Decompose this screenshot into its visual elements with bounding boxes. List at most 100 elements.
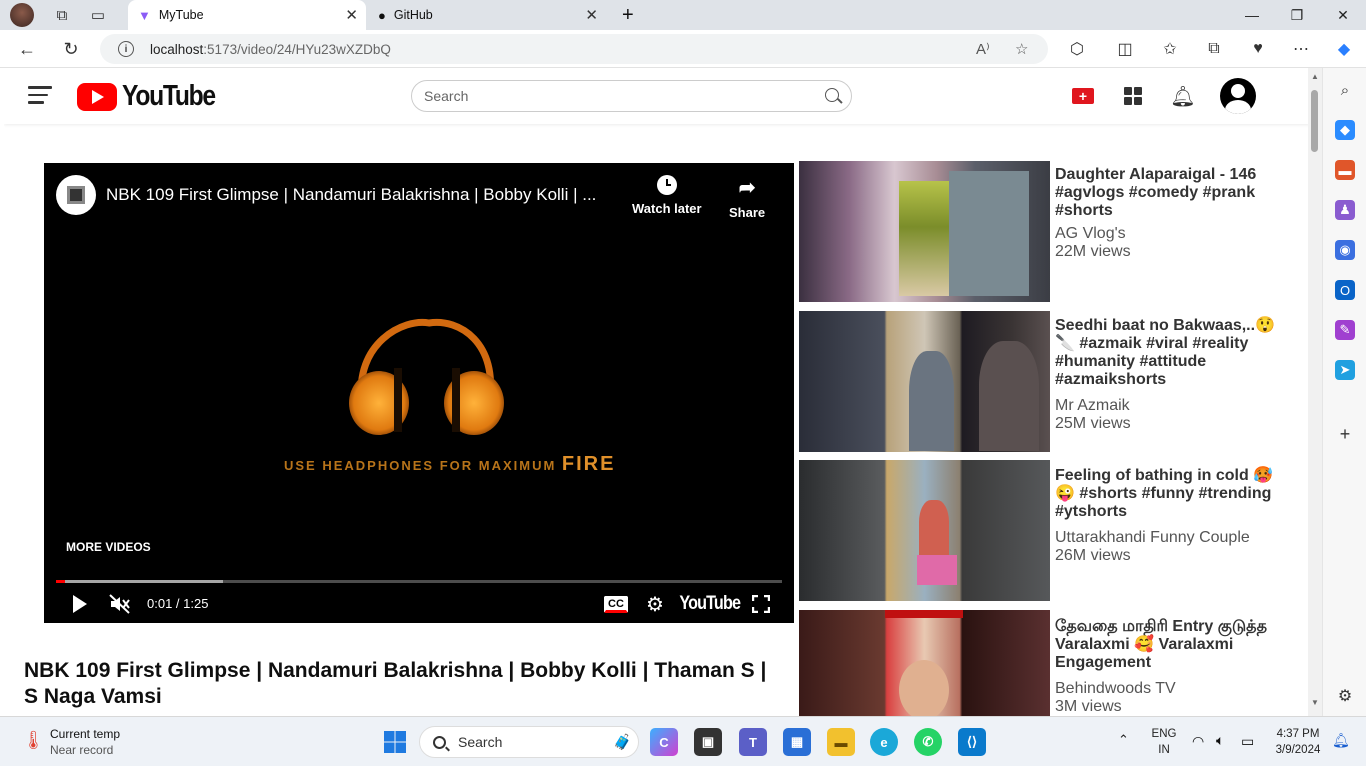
show-hidden-icons[interactable]: ⌃ <box>1118 732 1129 748</box>
menu-icon[interactable] <box>28 86 52 106</box>
thumbnail[interactable] <box>799 311 1050 452</box>
progress-bar[interactable] <box>56 580 782 583</box>
recommendation-item[interactable]: Seedhi baat no Bakwaas,..😲 🔪 #azmaik #vi… <box>799 311 1289 453</box>
thumbnail[interactable] <box>799 161 1050 302</box>
copilot-icon[interactable]: ◆ <box>1331 37 1357 61</box>
back-icon[interactable]: ← <box>14 37 40 61</box>
tab-actions-icon[interactable]: ▭ <box>84 1 112 29</box>
settings-gear-icon[interactable]: ⚙ <box>644 593 666 616</box>
sidebar-outlook-icon[interactable]: O <box>1335 280 1355 300</box>
mute-button[interactable] <box>108 593 132 615</box>
more-options-icon[interactable]: ⋯ <box>1288 37 1314 61</box>
store-icon[interactable]: ▦ <box>783 728 811 756</box>
sidebar-shopping-icon[interactable]: ◆ <box>1335 120 1355 140</box>
volume-icon[interactable]: 🔈︎ <box>1216 732 1224 749</box>
site-info-icon[interactable]: i <box>118 41 134 57</box>
maximize-button[interactable]: ❐ <box>1274 0 1320 30</box>
workspaces-icon[interactable]: ⧉ <box>48 1 76 29</box>
clock[interactable]: 4:37 PM 3/9/2024 <box>1268 726 1328 758</box>
rec-channel[interactable]: Mr Azmaik <box>1055 397 1130 415</box>
sidebar-send-icon[interactable]: ➤ <box>1335 360 1355 380</box>
video-player[interactable]: NBK 109 First Glimpse | Nandamuri Balakr… <box>44 163 794 623</box>
close-window-button[interactable]: ✕ <box>1320 0 1366 30</box>
create-video-icon[interactable]: + <box>1070 84 1096 108</box>
language-indicator[interactable]: ENG IN <box>1148 726 1180 758</box>
sidebar-office-icon[interactable]: ◉ <box>1335 240 1355 260</box>
task-view-icon[interactable]: ▣ <box>694 728 722 756</box>
search-icon[interactable] <box>825 88 839 102</box>
yt-play-logo-icon <box>77 82 117 111</box>
search-input[interactable]: Search <box>411 80 852 112</box>
sidebar-settings-icon[interactable]: ⚙ <box>1335 686 1355 706</box>
split-screen-icon[interactable]: ◫ <box>1112 37 1138 61</box>
thumbnail[interactable] <box>799 610 1050 716</box>
notifications-bell-icon[interactable]: 🔔︎ <box>1170 84 1196 108</box>
rec-title[interactable]: Daughter Alaparaigal - 146 #agvlogs #com… <box>1055 166 1283 220</box>
rec-title[interactable]: Feeling of bathing in cold 🥵 😜 #shorts #… <box>1055 467 1283 521</box>
rec-views: 22M views <box>1055 243 1131 260</box>
tab-github-label: GitHub <box>393 8 433 22</box>
weather-title: Current temp <box>50 727 121 741</box>
sidebar-search-icon[interactable]: ⌕ <box>1335 80 1355 100</box>
recommendation-item[interactable]: Daughter Alaparaigal - 146 #agvlogs #com… <box>799 161 1289 303</box>
taskbar-search-input[interactable]: Search 🧳 <box>419 726 639 758</box>
rec-channel[interactable]: Behindwoods TV <box>1055 680 1176 698</box>
notification-bell-icon[interactable]: 🔔︎ <box>1332 732 1350 749</box>
scroll-down-icon[interactable]: ▼ <box>1311 698 1319 707</box>
scrollbar-thumb[interactable] <box>1311 90 1318 152</box>
favorites-icon[interactable]: ✩ <box>1157 37 1183 61</box>
rec-channel[interactable]: Uttarakhandi Funny Couple <box>1055 529 1250 547</box>
vscode-icon[interactable]: ⟨⟩ <box>958 728 986 756</box>
read-aloud-icon[interactable]: A⁾ <box>976 40 990 58</box>
fullscreen-icon[interactable] <box>750 593 772 615</box>
more-videos-label[interactable]: MORE VIDEOS <box>66 540 151 554</box>
profile-avatar[interactable] <box>10 3 34 27</box>
start-windows-icon[interactable] <box>381 728 409 756</box>
extensions-icon[interactable]: ⬡ <box>1064 37 1090 61</box>
thumbnail[interactable] <box>799 460 1050 601</box>
captions-button[interactable]: CC <box>604 593 628 615</box>
sidebar-tools-icon[interactable]: ▬ <box>1335 160 1355 180</box>
close-tab-icon[interactable]: ✕ <box>345 6 358 24</box>
tab-mytube[interactable]: ▼ MyTube ✕ <box>128 0 366 30</box>
recommendation-item[interactable]: தேவதை மாதிரி Entry குடுத்த Varalaxmi 🥰 V… <box>799 610 1289 716</box>
player-title[interactable]: NBK 109 First Glimpse | Nandamuri Balakr… <box>106 185 616 205</box>
address-bar[interactable]: i localhost:5173/video/24/HYu23wXZDbQ A⁾… <box>100 34 1048 64</box>
rec-title[interactable]: தேவதை மாதிரி Entry குடுத்த Varalaxmi 🥰 V… <box>1055 618 1283 672</box>
recommendation-item[interactable]: Feeling of bathing in cold 🥵 😜 #shorts #… <box>799 460 1289 602</box>
rec-title[interactable]: Seedhi baat no Bakwaas,..😲 🔪 #azmaik #vi… <box>1055 317 1283 389</box>
scroll-up-icon[interactable]: ▲ <box>1311 72 1319 81</box>
watch-later-label: Watch later <box>632 201 702 216</box>
youtube-brand-button[interactable]: YouTube <box>680 593 742 615</box>
apps-grid-icon[interactable] <box>1120 84 1146 108</box>
weather-widget[interactable]: 🌡︎ Current temp Near record <box>20 726 140 760</box>
file-explorer-icon[interactable]: ▬ <box>827 728 855 756</box>
yt-logo-text: YouTube <box>122 80 216 112</box>
watch-later-button[interactable]: Watch later <box>632 175 702 216</box>
new-tab-button[interactable]: + <box>612 0 640 30</box>
share-button[interactable]: ➦ Share <box>729 175 765 220</box>
close-tab-icon[interactable]: ✕ <box>585 6 598 24</box>
play-button[interactable] <box>70 593 90 615</box>
edge-browser-icon[interactable]: e <box>870 728 898 756</box>
tab-github[interactable]: ● GitHub ✕ <box>368 0 606 30</box>
rec-channel[interactable]: AG Vlog's <box>1055 225 1126 243</box>
sidebar-games-icon[interactable]: ♟ <box>1335 200 1355 220</box>
whatsapp-icon[interactable]: ✆ <box>914 728 942 756</box>
channel-avatar[interactable] <box>56 175 96 215</box>
browser-essentials-icon[interactable]: ♥ <box>1245 37 1271 61</box>
collections-icon[interactable]: ⧉ <box>1201 37 1227 61</box>
favorite-star-icon[interactable]: ☆ <box>1015 40 1028 58</box>
teams-icon[interactable]: T <box>739 728 767 756</box>
sidebar-designer-icon[interactable]: ✎ <box>1335 320 1355 340</box>
sidebar-add-icon[interactable]: + <box>1335 424 1355 444</box>
yt-logo[interactable]: YouTube <box>77 80 231 113</box>
wifi-icon[interactable]: ◠ <box>1192 733 1204 750</box>
refresh-icon[interactable]: ↻ <box>58 37 84 61</box>
minimize-button[interactable]: — <box>1229 0 1275 30</box>
taskbar-search-label: Search <box>458 734 503 750</box>
user-avatar-icon[interactable] <box>1220 78 1256 114</box>
battery-icon[interactable]: ▭ <box>1241 733 1254 750</box>
page-scrollbar[interactable]: ▲ ▼ <box>1308 68 1322 716</box>
copilot-taskbar-icon[interactable]: C <box>650 728 678 756</box>
